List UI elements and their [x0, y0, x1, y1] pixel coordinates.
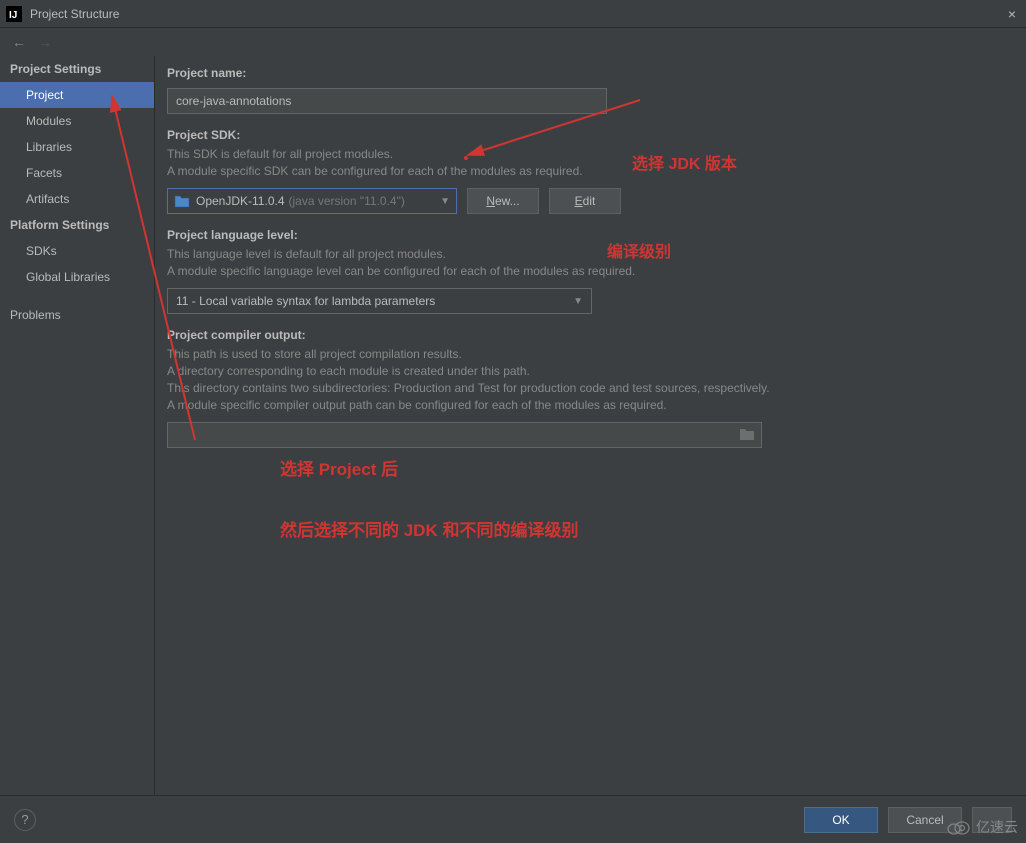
- sidebar-item-libraries[interactable]: Libraries: [0, 134, 154, 160]
- project-name-label: Project name:: [167, 66, 1008, 80]
- app-icon: IJ: [6, 6, 22, 22]
- lang-level-desc2: A module specific language level can be …: [167, 263, 1008, 280]
- sidebar-item-sdks[interactable]: SDKs: [0, 238, 154, 264]
- extra-button[interactable]: [972, 807, 1012, 833]
- sidebar: Project Settings Project Modules Librari…: [0, 56, 155, 795]
- chevron-down-icon: ▼: [573, 296, 583, 307]
- title-bar: IJ Project Structure ×: [0, 0, 1026, 28]
- sidebar-item-artifacts[interactable]: Artifacts: [0, 186, 154, 212]
- compiler-output-desc2: A directory corresponding to each module…: [167, 363, 1008, 380]
- forward-arrow-icon: →: [38, 34, 52, 50]
- project-sdk-desc1: This SDK is default for all project modu…: [167, 146, 1008, 163]
- sidebar-item-project[interactable]: Project: [0, 82, 154, 108]
- sidebar-item-problems[interactable]: Problems: [0, 302, 154, 328]
- sidebar-item-global-libraries[interactable]: Global Libraries: [0, 264, 154, 290]
- lang-level-desc1: This language level is default for all p…: [167, 246, 1008, 263]
- folder-icon: [174, 194, 190, 208]
- compiler-output-desc1: This path is used to store all project c…: [167, 346, 1008, 363]
- help-button[interactable]: ?: [14, 809, 36, 831]
- sidebar-item-modules[interactable]: Modules: [0, 108, 154, 134]
- ok-button[interactable]: OK: [804, 807, 878, 833]
- sdk-selected-version: (java version "11.0.4"): [289, 194, 405, 208]
- project-settings-header: Project Settings: [0, 56, 154, 82]
- sdk-dropdown[interactable]: OpenJDK-11.0.4 (java version "11.0.4") ▼: [167, 188, 457, 214]
- content-panel: Project name: Project SDK: This SDK is d…: [155, 56, 1026, 795]
- lang-level-value: 11 - Local variable syntax for lambda pa…: [176, 294, 435, 308]
- chevron-down-icon: ▼: [440, 196, 450, 207]
- compiler-output-desc4: A module specific compiler output path c…: [167, 397, 1008, 414]
- back-arrow-icon[interactable]: ←: [12, 34, 26, 50]
- nav-row: ← →: [0, 28, 1026, 56]
- bottom-bar: ? OK Cancel: [0, 795, 1026, 843]
- lang-level-dropdown[interactable]: 11 - Local variable syntax for lambda pa…: [167, 288, 592, 314]
- cancel-button[interactable]: Cancel: [888, 807, 962, 833]
- sdk-selected-name: OpenJDK-11.0.4: [196, 194, 285, 208]
- window-title: Project Structure: [30, 7, 119, 21]
- project-sdk-label: Project SDK:: [167, 128, 1008, 142]
- edit-sdk-button[interactable]: Edit: [549, 188, 621, 214]
- browse-folder-icon[interactable]: [739, 427, 755, 444]
- compiler-output-label: Project compiler output:: [167, 328, 1008, 342]
- lang-level-label: Project language level:: [167, 228, 1008, 242]
- project-name-input[interactable]: [167, 88, 607, 114]
- platform-settings-header: Platform Settings: [0, 212, 154, 238]
- close-icon[interactable]: ×: [1004, 6, 1020, 22]
- sidebar-item-facets[interactable]: Facets: [0, 160, 154, 186]
- svg-text:IJ: IJ: [9, 10, 17, 21]
- project-sdk-desc2: A module specific SDK can be configured …: [167, 163, 1008, 180]
- compiler-output-input[interactable]: [167, 422, 762, 448]
- new-sdk-button[interactable]: New...: [467, 188, 539, 214]
- compiler-output-desc3: This directory contains two subdirectori…: [167, 380, 1008, 397]
